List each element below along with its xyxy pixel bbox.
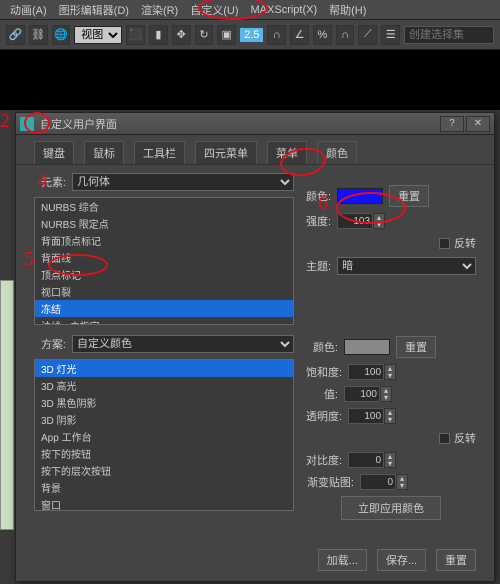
- rotate-icon[interactable]: ↻: [195, 25, 214, 45]
- scheme-listbox[interactable]: 3D 灯光3D 高光3D 黑色阴影3D 阴影App 工作台按下的按钮按下的层次按…: [34, 359, 294, 511]
- menu-maxscript[interactable]: MAXScript(X): [245, 4, 324, 16]
- list-item[interactable]: 按下的按钮: [35, 445, 293, 462]
- dialog-title: 自定义用户界面: [40, 116, 438, 132]
- alpha-label: 透明度:: [306, 408, 342, 424]
- percent-icon[interactable]: %: [313, 25, 332, 45]
- load-button[interactable]: 加载...: [318, 549, 367, 571]
- globe-icon[interactable]: 🌐: [52, 25, 71, 45]
- element-listbox[interactable]: NURBS 综合NURBS 限定点背面顶点标记背面线顶点标记视口裂冻结法线 - …: [34, 197, 294, 325]
- list-item[interactable]: 3D 灯光: [35, 360, 293, 377]
- menu-render[interactable]: 渲染(R): [135, 2, 184, 18]
- tag-icon[interactable]: ▮: [149, 25, 168, 45]
- angle-icon[interactable]: ∠: [290, 25, 309, 45]
- list-item[interactable]: 冻结: [35, 300, 293, 317]
- apply-color-button[interactable]: 立即应用颜色: [341, 496, 441, 520]
- tab-color[interactable]: 颜色: [317, 141, 357, 164]
- reset-all-button[interactable]: 重置: [436, 549, 476, 571]
- scheme-dropdown[interactable]: 自定义颜色: [72, 335, 294, 353]
- bookmark-icon[interactable]: ⬛: [126, 25, 145, 45]
- grad-label: 渐变贴图:: [306, 474, 354, 490]
- contrast-stepper[interactable]: ▴▾: [348, 452, 396, 468]
- close-button[interactable]: ✕: [466, 116, 490, 132]
- customize-ui-dialog: 自定义用户界面 ? ✕ 键盘 鼠标 工具栏 四元菜单 菜单 颜色 元素: 几何体…: [15, 112, 495, 582]
- tab-menu[interactable]: 菜单: [267, 141, 307, 164]
- list-item[interactable]: NURBS 限定点: [35, 215, 293, 232]
- color2-swatch[interactable]: [344, 339, 390, 355]
- mirror-icon[interactable]: ⟋: [358, 25, 377, 45]
- unlink-icon[interactable]: ⛓: [29, 25, 48, 45]
- link-icon[interactable]: 🔗: [6, 25, 25, 45]
- main-toolbar: 🔗 ⛓ 🌐 视图 ⬛ ▮ ✥ ↻ ▣ 2.5 ∩ ∠ % ∩ ⟋ ☰: [0, 20, 500, 50]
- move-icon[interactable]: ✥: [172, 25, 191, 45]
- element-dropdown[interactable]: 几何体: [72, 173, 294, 191]
- menu-anim[interactable]: 动画(A): [4, 2, 53, 18]
- tab-toolbar[interactable]: 工具栏: [134, 141, 185, 164]
- reset-color-button[interactable]: 重置: [389, 185, 429, 207]
- scheme-label: 方案:: [34, 336, 66, 352]
- annotation-2: 2: [0, 110, 10, 133]
- list-item[interactable]: 视口裂: [35, 283, 293, 300]
- viewport-area[interactable]: [0, 50, 500, 110]
- dialog-titlebar[interactable]: 自定义用户界面 ? ✕: [16, 113, 494, 135]
- dialog-footer: 加载... 保存... 重置: [300, 549, 494, 571]
- app-icon: [20, 117, 34, 131]
- element-label: 元素:: [34, 174, 66, 190]
- menu-grapheditor[interactable]: 图形编辑器(D): [53, 2, 135, 18]
- list-item[interactable]: 法线 - 未指定: [35, 317, 293, 325]
- val-label: 值:: [306, 386, 338, 402]
- list-item[interactable]: NURBS 综合: [35, 198, 293, 215]
- menu-customize[interactable]: 自定义(U): [184, 2, 244, 18]
- selection-set-input[interactable]: [404, 26, 494, 44]
- intensity-label: 强度:: [306, 213, 331, 229]
- color-label: 颜色:: [306, 188, 331, 204]
- list-item[interactable]: 窗口: [35, 496, 293, 511]
- tab-mouse[interactable]: 鼠标: [84, 141, 124, 164]
- list-item[interactable]: 按下的层次按钮: [35, 462, 293, 479]
- main-menubar: 动画(A) 图形编辑器(D) 渲染(R) 自定义(U) MAXScript(X)…: [0, 0, 500, 20]
- tab-keyboard[interactable]: 键盘: [34, 141, 74, 164]
- list-item[interactable]: 背面顶点标记: [35, 232, 293, 249]
- align-icon[interactable]: ☰: [381, 25, 400, 45]
- color-swatch[interactable]: [337, 188, 383, 204]
- theme-label: 主题:: [306, 258, 331, 274]
- tab-quadmenu[interactable]: 四元菜单: [195, 141, 257, 164]
- val-stepper[interactable]: ▴▾: [344, 386, 392, 402]
- list-item[interactable]: 背面线: [35, 249, 293, 266]
- reset2-button[interactable]: 重置: [396, 336, 436, 358]
- list-item[interactable]: 顶点标记: [35, 266, 293, 283]
- sat-label: 饱和度:: [306, 364, 342, 380]
- grad-stepper[interactable]: ▴▾: [360, 474, 408, 490]
- view-dropdown[interactable]: 视图: [74, 26, 122, 44]
- snap2-icon[interactable]: ∩: [336, 25, 355, 45]
- dialog-tabs: 键盘 鼠标 工具栏 四元菜单 菜单 颜色: [16, 135, 494, 165]
- invert-checkbox[interactable]: 反转: [439, 235, 476, 251]
- list-item[interactable]: 背景: [35, 479, 293, 496]
- spinner-value[interactable]: 2.5: [240, 28, 263, 42]
- list-item[interactable]: 3D 黑色阴影: [35, 394, 293, 411]
- list-item[interactable]: App 工作台: [35, 428, 293, 445]
- sat-stepper[interactable]: ▴▾: [348, 364, 396, 380]
- list-item[interactable]: 3D 高光: [35, 377, 293, 394]
- save-button[interactable]: 保存...: [377, 549, 426, 571]
- contrast-label: 对比度:: [306, 452, 342, 468]
- color2-label: 颜色:: [306, 339, 338, 355]
- scale-icon[interactable]: ▣: [217, 25, 236, 45]
- menu-help[interactable]: 帮助(H): [323, 2, 372, 18]
- help-button[interactable]: ?: [440, 116, 464, 132]
- side-strip: [0, 280, 14, 530]
- snap-icon[interactable]: ∩: [267, 25, 286, 45]
- intensity-stepper[interactable]: ▴▾: [337, 213, 385, 229]
- invert2-checkbox[interactable]: 反转: [439, 430, 476, 446]
- theme-dropdown[interactable]: 暗: [337, 257, 476, 275]
- alpha-stepper[interactable]: ▴▾: [348, 408, 396, 424]
- list-item[interactable]: 3D 阴影: [35, 411, 293, 428]
